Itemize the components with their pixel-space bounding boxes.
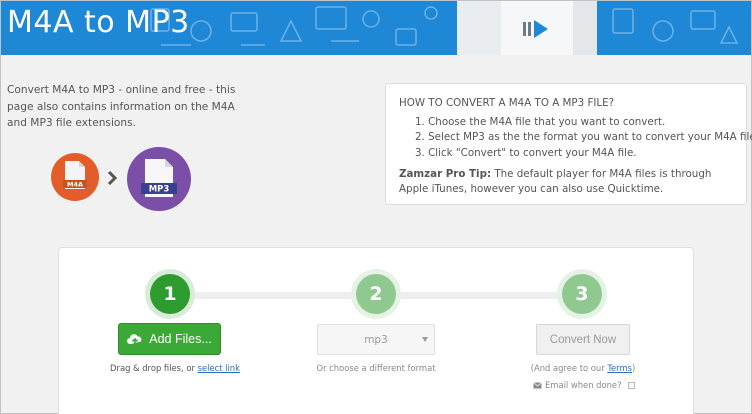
howto-step: 2. Select MP3 as the the format you want… bbox=[415, 131, 752, 144]
mp3-file-label: MP3 bbox=[149, 185, 170, 195]
step-1-indicator: 1 bbox=[150, 274, 190, 314]
header-pattern-icon bbox=[612, 8, 739, 44]
drop-files-text: Drag & drop files, or bbox=[110, 363, 198, 373]
play-arrow-icon bbox=[523, 20, 548, 38]
header-banner: M4A to MP3 bbox=[1, 1, 751, 55]
howto-title: HOW TO CONVERT A M4A TO A MP3 FILE? bbox=[399, 97, 615, 109]
drop-files-note: Drag & drop files, or select link bbox=[105, 363, 245, 373]
chevron-right-icon bbox=[107, 170, 118, 186]
envelope-icon bbox=[533, 381, 542, 388]
add-files-button[interactable]: Add Files... bbox=[118, 323, 221, 355]
convert-now-button[interactable]: Convert Now bbox=[536, 324, 630, 355]
step-3-indicator: 3 bbox=[562, 274, 602, 314]
page-title: M4A to MP3 bbox=[7, 5, 190, 40]
terms-note: (And agree to our Terms) bbox=[519, 363, 647, 373]
terms-suffix: ) bbox=[631, 363, 636, 373]
conversion-illustration: M4A MP3 bbox=[51, 147, 191, 211]
step-progress-line bbox=[183, 292, 373, 299]
terms-link[interactable]: Terms bbox=[607, 363, 632, 373]
m4a-file-icon: M4A bbox=[51, 153, 99, 201]
add-files-label: Add Files... bbox=[149, 332, 212, 346]
document-card bbox=[573, 1, 597, 55]
intro-text: Convert M4A to MP3 - online and free - t… bbox=[7, 84, 236, 129]
email-when-done-row: Email when done? bbox=[533, 379, 643, 391]
howto-step: 3. Click "Convert" to convert your M4A f… bbox=[415, 146, 637, 159]
howto-step: 1. Choose the M4A file that you want to … bbox=[415, 116, 666, 129]
converter-panel: 1 2 3 Add Files... Drag & drop files, or… bbox=[58, 247, 694, 414]
step-2-indicator: 2 bbox=[356, 274, 396, 314]
howto-box: HOW TO CONVERT A M4A TO A MP3 FILE? 1. C… bbox=[385, 83, 752, 205]
mp3-file-icon: MP3 bbox=[127, 147, 191, 211]
pro-tip-label: Zamzar Pro Tip: bbox=[399, 167, 492, 180]
howto-steps: 1. Choose the M4A file that you want to … bbox=[399, 115, 752, 161]
document-card bbox=[457, 1, 501, 55]
format-note: Or choose a different format bbox=[316, 363, 436, 373]
email-checkbox[interactable] bbox=[627, 381, 635, 389]
format-select[interactable]: mp3 bbox=[317, 324, 435, 355]
pro-tip: Zamzar Pro Tip: The default player for M… bbox=[399, 167, 734, 197]
step-progress-line bbox=[389, 292, 585, 299]
terms-prefix: (And agree to our bbox=[530, 363, 608, 373]
caret-down-icon bbox=[422, 337, 428, 342]
email-label: Email when done? bbox=[545, 380, 622, 390]
format-select-value: mp3 bbox=[364, 333, 388, 346]
cloud-upload-icon bbox=[127, 333, 142, 346]
select-link[interactable]: select link bbox=[198, 363, 240, 373]
m4a-file-label: M4A bbox=[67, 181, 83, 189]
